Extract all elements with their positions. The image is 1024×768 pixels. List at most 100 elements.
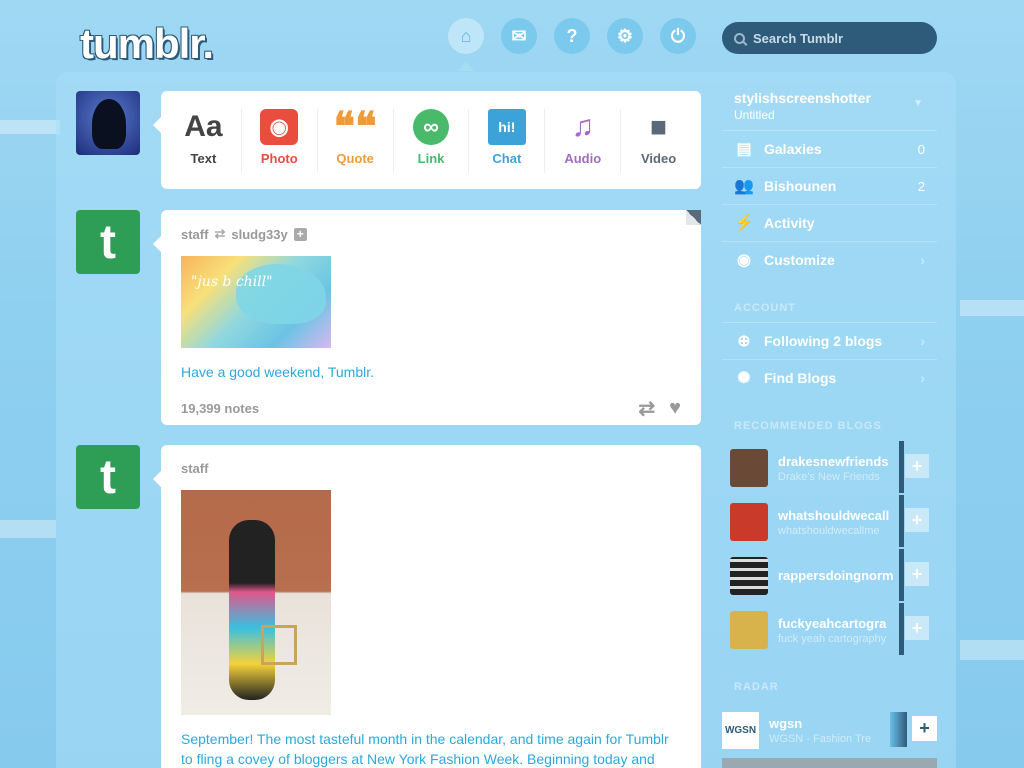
sidebar-item-count: 2	[917, 178, 925, 194]
post-type-photo[interactable]: ◉ Photo	[242, 109, 318, 173]
reblogged-from[interactable]: sludg33y	[231, 227, 287, 242]
post-type-label: Video	[641, 151, 677, 166]
sidebar-item-galaxies[interactable]: ▤ Galaxies 0	[722, 130, 937, 167]
camera-icon: ◉	[260, 109, 299, 145]
radar-item[interactable]: WGSN wgsn WGSN - Fashion Tre +	[722, 708, 937, 752]
blog-name: drakesnewfriends	[778, 453, 889, 469]
sidebar-item-bishounen[interactable]: 👥 Bishounen 2	[722, 167, 937, 204]
gear-icon[interactable]: ⚙	[607, 18, 643, 54]
reblog-small-icon: ⇄	[214, 226, 226, 241]
chevron-right-icon: ›	[920, 252, 925, 268]
chat-icon: hi!	[487, 109, 526, 145]
nav-pointer	[458, 62, 474, 71]
search-input[interactable]	[753, 30, 923, 46]
sidebar-item-find-blogs[interactable]: ✺ Find Blogs ›	[722, 359, 937, 396]
image-caption: "jus b chill"	[191, 274, 273, 290]
sidebar-item-activity[interactable]: ⚡ Activity	[722, 204, 937, 241]
staff-avatar[interactable]: t	[76, 210, 140, 274]
blog-description: whatshouldwecallme	[778, 524, 880, 537]
eye-icon: ◉	[737, 252, 751, 269]
radar-post-image[interactable]	[722, 758, 937, 768]
sidebar-item-label: Following 2 blogs	[764, 333, 883, 349]
divider-bar	[899, 549, 904, 601]
heart-icon[interactable]: ♥	[669, 397, 681, 420]
follow-button[interactable]: +	[905, 562, 929, 586]
reblog-icon[interactable]: ⇄	[638, 396, 655, 421]
post-type-label: Link	[417, 151, 445, 166]
post-type-link[interactable]: ∞ Link	[394, 109, 470, 173]
sidebar-item-customize[interactable]: ◉ Customize ›	[722, 241, 937, 278]
blog-avatar	[730, 557, 768, 595]
follow-button[interactable]: +	[905, 454, 929, 478]
post-header: staff	[181, 461, 681, 476]
staff-avatar[interactable]: t	[76, 445, 140, 509]
search-icon	[734, 32, 745, 44]
blog-title: Untitled	[734, 108, 775, 122]
blog-name: stylishscreenshotter	[734, 90, 871, 106]
post-composer: Aa Text ◉ Photo ❝❝ Quote ∞ Link hi! Chat…	[153, 91, 701, 189]
post-type-label: Audio	[564, 151, 602, 166]
recommended-blog[interactable]: fuckyeahcartogra fuck yeah cartography +	[722, 603, 937, 657]
blog-description: Drake's New Friends	[778, 470, 880, 483]
recommended-blog[interactable]: rappersdoingnorm +	[722, 549, 937, 603]
chevron-right-icon: ›	[920, 370, 925, 386]
text-icon: Aa	[184, 110, 223, 143]
post-image[interactable]	[181, 490, 331, 715]
user-avatar[interactable]	[76, 91, 140, 155]
post-type-chat[interactable]: hi! Chat	[469, 109, 546, 173]
post-footer: 19,399 notes ⇄ ♥	[181, 396, 681, 421]
sidebar-item-following[interactable]: ⊕ Following 2 blogs ›	[722, 322, 937, 359]
follow-button[interactable]: +	[905, 508, 929, 532]
activity-icon: ⚡	[734, 215, 754, 232]
tumblr-logo[interactable]: tumblr.	[80, 20, 214, 68]
radar-blog-description: WGSN - Fashion Tre	[769, 732, 872, 745]
blog-menu: ▤ Galaxies 0 👥 Bishounen 2 ⚡ Activity ◉ …	[722, 130, 937, 278]
post-type-audio[interactable]: ♫ Audio	[545, 109, 622, 173]
post-type-text[interactable]: Aa Text	[166, 109, 242, 173]
blog-name: whatshouldwecall	[778, 507, 890, 523]
chevron-down-icon[interactable]: ▼	[913, 98, 923, 109]
sidebar-item-label: Find Blogs	[764, 370, 837, 386]
home-icon[interactable]: ⌂	[448, 18, 484, 54]
recommended-list: drakesnewfriends Drake's New Friends + w…	[722, 441, 937, 657]
blog-name: rappersdoingnorm	[778, 567, 894, 583]
blog-header[interactable]: stylishscreenshotter Untitled ▼	[722, 88, 937, 130]
radar-strip	[890, 712, 907, 747]
blog-avatar	[730, 503, 768, 541]
power-icon[interactable]: ⏻	[660, 18, 696, 54]
page-fold-icon[interactable]	[686, 210, 701, 225]
cloud-decoration	[0, 120, 60, 134]
radar-blog-name: wgsn	[769, 715, 803, 731]
sidebar-item-count: 0	[917, 141, 925, 157]
post-type-quote[interactable]: ❝❝ Quote	[318, 105, 394, 173]
top-nav: ⌂ ✉ ? ⚙ ⏻	[448, 18, 696, 54]
sidebar-item-label: Bishounen	[764, 178, 837, 194]
followers-icon: 👥	[734, 178, 754, 195]
follow-plus-icon[interactable]: +	[293, 227, 307, 241]
post-author[interactable]: staff	[181, 461, 208, 476]
follow-button[interactable]: +	[912, 716, 937, 741]
link-icon: ∞	[413, 109, 449, 145]
quote-icon: ❝❝	[333, 105, 377, 149]
help-icon[interactable]: ?	[554, 18, 590, 54]
cloud-decoration	[960, 300, 1024, 316]
post-card: staff ⇄ sludg33y + "jus b chill" Have a …	[153, 210, 701, 425]
dolphin-graphic	[236, 264, 326, 324]
post-notes[interactable]: 19,399 notes	[181, 401, 259, 416]
chair-graphic	[261, 625, 297, 665]
account-menu: ⊕ Following 2 blogs › ✺ Find Blogs ›	[722, 322, 937, 396]
post-image[interactable]: "jus b chill"	[181, 256, 331, 348]
post-body: September! The most tasteful month in th…	[181, 731, 669, 767]
follow-button[interactable]: +	[905, 616, 929, 640]
divider-bar	[899, 441, 904, 493]
search-bar[interactable]	[722, 22, 937, 54]
recommended-blog[interactable]: drakesnewfriends Drake's New Friends +	[722, 441, 937, 495]
post-author[interactable]: staff	[181, 227, 208, 242]
mail-icon[interactable]: ✉	[501, 18, 537, 54]
blog-name: fuckyeahcartogra	[778, 615, 887, 631]
recommended-blog[interactable]: whatshouldwecall whatshouldwecallme +	[722, 495, 937, 549]
divider-bar	[899, 603, 904, 655]
post-header: staff ⇄ sludg33y +	[181, 226, 681, 242]
divider-bar	[899, 495, 904, 547]
post-type-video[interactable]: ■ Video	[621, 109, 696, 173]
